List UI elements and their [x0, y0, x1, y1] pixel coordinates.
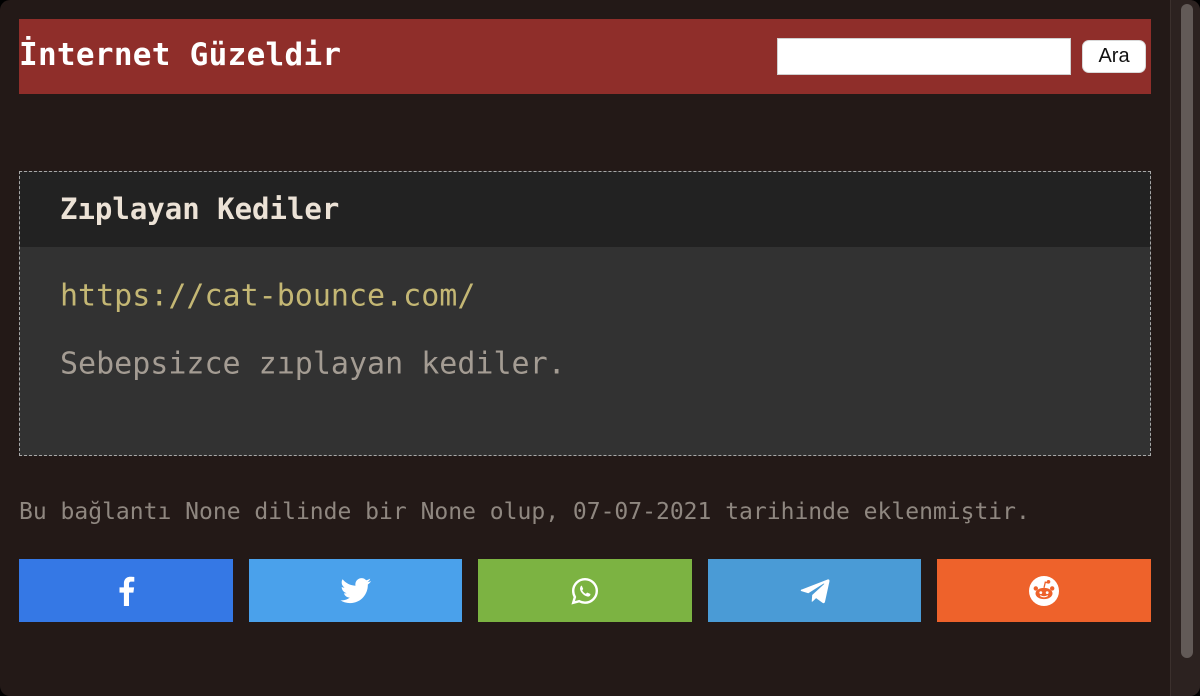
reddit-icon: [1028, 575, 1060, 607]
scrollbar[interactable]: [1170, 0, 1200, 696]
scrollbar-thumb[interactable]: [1181, 4, 1193, 658]
share-twitter-button[interactable]: [249, 559, 462, 622]
card-description: Sebepsizce zıplayan kediler.: [60, 346, 566, 382]
search-button[interactable]: Ara: [1082, 40, 1146, 73]
browser-window: İnternet Güzeldir Ara Zıplayan Kediler h…: [0, 0, 1200, 696]
twitter-icon: [339, 577, 372, 604]
telegram-icon: [800, 578, 830, 604]
card-url-link[interactable]: https://cat-bounce.com/: [60, 279, 475, 314]
search-input[interactable]: [777, 38, 1071, 75]
share-reddit-button[interactable]: [937, 559, 1151, 622]
share-whatsapp-button[interactable]: [478, 559, 692, 622]
site-title[interactable]: İnternet Güzeldir: [19, 37, 341, 73]
share-telegram-button[interactable]: [708, 559, 921, 622]
card-title: Zıplayan Kediler: [60, 192, 340, 226]
card-header: Zıplayan Kediler: [20, 172, 1150, 247]
whatsapp-icon: [570, 576, 600, 606]
link-card: Zıplayan Kediler https://cat-bounce.com/…: [19, 171, 1151, 456]
link-meta-text: Bu bağlantı None dilinde bir None olup, …: [19, 499, 1030, 525]
facebook-icon: [117, 576, 135, 606]
site-header: İnternet Güzeldir Ara: [19, 19, 1151, 94]
share-facebook-button[interactable]: [19, 559, 233, 622]
